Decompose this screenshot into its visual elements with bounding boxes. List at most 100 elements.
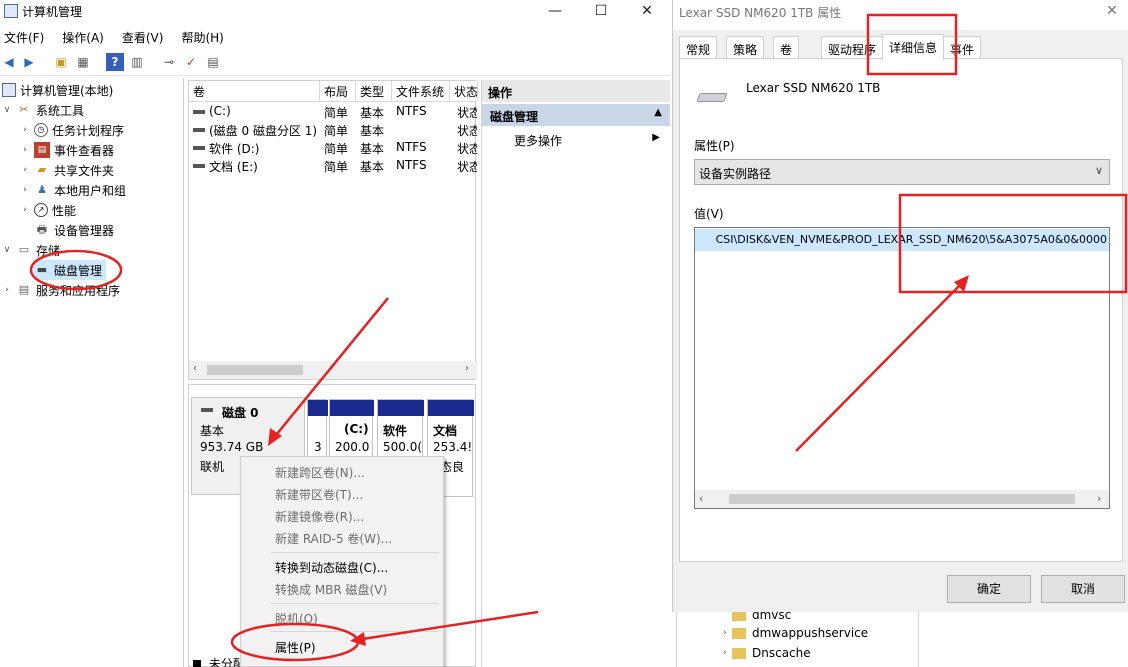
- tree-root[interactable]: 计算机管理(本地): [2, 80, 113, 100]
- list-item[interactable]: › dmwappushservice: [723, 624, 868, 642]
- pane-divider: [676, 604, 677, 667]
- column-filesystem[interactable]: 文件系统: [392, 81, 450, 101]
- tab-driver[interactable]: 驱动程序: [821, 36, 884, 58]
- help-icon[interactable]: ?: [106, 53, 124, 71]
- menu-offline[interactable]: 脱机(O): [275, 610, 318, 627]
- column-type[interactable]: 类型: [356, 81, 392, 101]
- menu-new-spanned-volume[interactable]: 新建跨区卷(N)...: [275, 464, 365, 481]
- table-row[interactable]: (磁盘 0 磁盘分区 1) 简单 基本 状态: [189, 121, 477, 139]
- column-volume[interactable]: 卷: [189, 81, 320, 101]
- chevron-down-icon[interactable]: ∨: [2, 105, 12, 115]
- tree-device-manager[interactable]: 🖶 设备管理器: [34, 220, 114, 240]
- back-arrow-icon[interactable]: ◀: [0, 53, 18, 71]
- menu-help[interactable]: 帮助(H): [177, 26, 231, 48]
- property-dropdown[interactable]: 设备实例路径 ∨: [694, 159, 1110, 185]
- value-row-selected[interactable]: CSI\DISK&VEN_NVME&PROD_LEXAR_SSD_NM620\5…: [695, 229, 1109, 251]
- chevron-right-icon[interactable]: ›: [720, 628, 730, 638]
- tree-storage[interactable]: ∨ ▭ 存储: [2, 240, 60, 260]
- checklist-icon[interactable]: ✓: [182, 53, 200, 71]
- value-listbox[interactable]: CSI\DISK&VEN_NVME&PROD_LEXAR_SSD_NM620\5…: [694, 227, 1110, 509]
- more-actions[interactable]: 更多操作 ▶: [482, 128, 670, 150]
- partition-size: 253.4!: [433, 440, 473, 454]
- forward-arrow-icon[interactable]: ▶: [20, 53, 38, 71]
- up-folder-icon[interactable]: ▣: [52, 53, 70, 71]
- background-explorer: dmvsc › dmwappushservice › Dnscache: [672, 604, 1128, 667]
- close-button[interactable]: ✕: [1097, 0, 1127, 24]
- value-horizontal-scrollbar[interactable]: ‹ ›: [695, 490, 1109, 508]
- menu-convert-dynamic[interactable]: 转换到动态磁盘(C)...: [275, 559, 388, 576]
- cancel-button[interactable]: 取消: [1041, 575, 1125, 603]
- collapse-up-icon[interactable]: ▲: [654, 107, 662, 118]
- menu-properties[interactable]: 属性(P): [275, 639, 316, 656]
- menu-file[interactable]: 文件(F): [0, 26, 52, 48]
- connect-icon[interactable]: ⊸: [160, 53, 178, 71]
- tree-services-label: 服务和应用程序: [36, 283, 121, 298]
- chevron-right-icon[interactable]: ›: [20, 145, 30, 155]
- table-row[interactable]: (C:) 简单 基本 NTFS 状态: [189, 103, 477, 121]
- volume-list-header: 卷 布局 类型 文件系统 状态: [189, 81, 478, 102]
- actions-section-disk-management[interactable]: 磁盘管理 ▲: [482, 104, 670, 126]
- context-menu: 新建跨区卷(N)... 新建带区卷(T)... 新建镜像卷(R)... 新建 R…: [240, 456, 444, 667]
- properties-icon[interactable]: ▤: [204, 53, 222, 71]
- tab-policies[interactable]: 策略: [726, 36, 765, 58]
- menu-new-mirrored-volume[interactable]: 新建镜像卷(R)...: [275, 508, 364, 525]
- shared-folder-icon: ▰: [37, 163, 47, 176]
- table-row[interactable]: 文档 (E:) 简单 基本 NTFS 状态: [189, 157, 477, 175]
- chevron-right-icon[interactable]: ›: [20, 165, 30, 175]
- cell-volume: 文档 (E:): [209, 160, 258, 174]
- tree-system-tools[interactable]: ∨ ✂ 系统工具: [2, 100, 84, 120]
- menu-convert-mbr[interactable]: 转换成 MBR 磁盘(V): [275, 581, 387, 598]
- scroll-right-icon[interactable]: ›: [1097, 492, 1101, 505]
- table-row[interactable]: 软件 (D:) 简单 基本 NTFS 状态: [189, 139, 477, 157]
- partition-bar: [308, 400, 328, 416]
- properties-dialog: Lexar SSD NM620 1TB 属性 ✕ 常规 策略 卷 驱动程序 详细…: [672, 0, 1128, 612]
- tree-event-viewer[interactable]: › ▤ 事件查看器: [20, 140, 114, 160]
- disk-drive-icon: [696, 93, 728, 102]
- chevron-right-icon[interactable]: ›: [2, 285, 12, 295]
- chevron-right-icon[interactable]: ›: [20, 185, 30, 195]
- minimize-button[interactable]: —: [532, 0, 578, 24]
- scroll-right-icon[interactable]: ›: [465, 363, 469, 374]
- chevron-down-icon[interactable]: ∨: [2, 245, 12, 255]
- maximize-button[interactable]: ☐: [578, 0, 624, 24]
- scroll-left-icon[interactable]: ‹: [699, 492, 703, 505]
- show-tree-icon[interactable]: ▦: [74, 53, 92, 71]
- horizontal-scrollbar[interactable]: ‹ ›: [189, 361, 477, 379]
- scroll-thumb[interactable]: [207, 365, 303, 375]
- tab-volumes[interactable]: 卷: [773, 36, 800, 58]
- tree-task-scheduler[interactable]: › ◷ 任务计划程序: [20, 120, 124, 140]
- menu-new-raid5-volume[interactable]: 新建 RAID-5 卷(W)...: [275, 530, 392, 547]
- scroll-thumb[interactable]: [729, 494, 1075, 504]
- chevron-right-icon[interactable]: ›: [720, 648, 730, 658]
- tree-local-users[interactable]: › ♟ 本地用户和组: [20, 180, 126, 200]
- disk-name: 磁盘 0: [222, 406, 259, 420]
- close-button[interactable]: ✕: [624, 0, 670, 24]
- tab-events[interactable]: 事件: [943, 36, 982, 58]
- scroll-left-icon[interactable]: ‹: [193, 363, 197, 374]
- tree-disk-management[interactable]: ▬ 磁盘管理: [34, 260, 107, 280]
- action-pane-icon[interactable]: ▥: [128, 53, 146, 71]
- menu-action[interactable]: 操作(A): [58, 26, 112, 48]
- chevron-right-icon[interactable]: ›: [20, 125, 30, 135]
- list-item[interactable]: › Dnscache: [723, 644, 810, 662]
- disk-type: 基本: [200, 424, 225, 438]
- column-layout[interactable]: 布局: [320, 81, 356, 101]
- ok-button[interactable]: 确定: [947, 575, 1031, 603]
- menu-new-striped-volume[interactable]: 新建带区卷(T)...: [275, 486, 363, 503]
- column-status[interactable]: 状态: [450, 81, 478, 101]
- submenu-arrow-icon: ▶: [652, 132, 660, 143]
- menu-view[interactable]: 查看(V): [118, 26, 172, 48]
- tab-general[interactable]: 常规: [679, 36, 718, 58]
- partition-bar: [428, 400, 474, 416]
- partition-size: 500.0(: [383, 440, 423, 454]
- cell-layout: 简单: [324, 160, 349, 174]
- cell-status: 状态: [457, 142, 477, 156]
- chevron-down-icon[interactable]: ∨: [1095, 164, 1103, 177]
- tree-performance[interactable]: › ↗ 性能: [20, 200, 76, 220]
- device-manager-icon: 🖶: [36, 223, 48, 236]
- legend-swatch: [193, 660, 201, 667]
- chevron-right-icon[interactable]: ›: [20, 205, 30, 215]
- tree-services[interactable]: › ▤ 服务和应用程序: [2, 280, 120, 300]
- tree-shared-folders[interactable]: › ▰ 共享文件夹: [20, 160, 114, 180]
- tab-details[interactable]: 详细信息: [882, 34, 945, 60]
